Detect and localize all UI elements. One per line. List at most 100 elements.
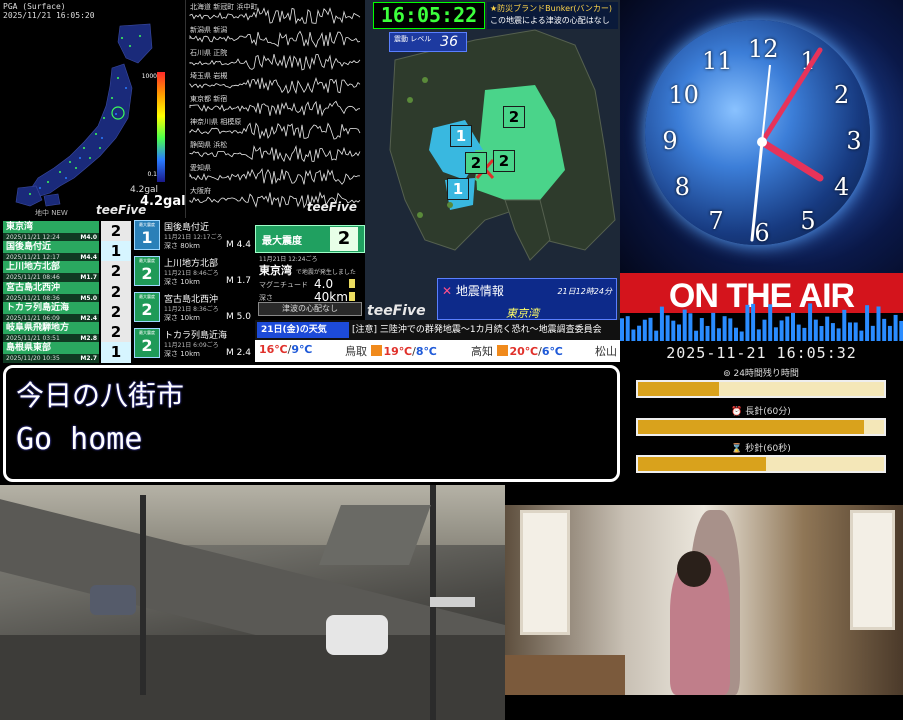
audio-bar	[819, 326, 824, 341]
progress-minute	[636, 418, 886, 436]
detail-depth: 深さ 10km	[164, 314, 201, 322]
eq-name: 上川地方北部	[3, 261, 99, 274]
audio-bar	[876, 306, 881, 341]
eq-date-text: 2025/11/21 06:09	[6, 314, 60, 322]
audio-bar	[728, 318, 733, 341]
weather-city: 鳥取	[345, 345, 367, 358]
earthquake-detail-row: 最大震度 2 上川地方北部 11月21日 8:46ごろ 深さ 10km M 1.7	[132, 254, 255, 290]
eq-intensity: 2	[101, 301, 131, 323]
eq-name: 宮古島北西沖	[3, 281, 99, 294]
earthquake-list-row: 東京湾 2025/11/21 12:24 M4.0 2	[3, 221, 131, 243]
japan-map	[15, 23, 153, 207]
progress-label-text: 24時間残り時間	[733, 369, 799, 379]
sun-icon	[496, 345, 508, 356]
audio-bar	[836, 328, 841, 341]
eq-intensity: 2	[101, 261, 131, 283]
station-label: 北海道 新冠町 浜中町	[190, 3, 258, 11]
shaking-level-box: 震動 レベル 36	[389, 32, 467, 52]
audio-bar	[825, 316, 830, 341]
audio-bar	[882, 318, 887, 341]
audio-bar	[739, 331, 744, 341]
weather-low: 6℃	[541, 345, 563, 358]
weather-high: 16℃	[259, 343, 288, 356]
audio-bar	[751, 303, 756, 341]
table	[505, 655, 625, 695]
kanto-brand-logo: teeFive	[367, 303, 426, 319]
earthquake-detail-row: 最大震度 2 トカラ列島近海 11月21日 6:09ごろ 深さ 10km M 2.4	[132, 326, 255, 362]
audio-bar	[756, 329, 761, 341]
progress-day	[636, 380, 886, 398]
intensity-badge: 最大震度 2	[134, 328, 160, 358]
audio-bar	[791, 312, 795, 341]
weather-item: 高知 20℃/6℃	[471, 345, 563, 358]
earthquake-list-row: 岐阜県飛騨地方 2025/11/21 03:51 M2.8 2	[3, 322, 131, 344]
pga-scale-bottom: 0.1	[147, 171, 157, 178]
progress-label-text: 秒針(60秒)	[745, 444, 791, 454]
audio-bar	[745, 304, 750, 341]
intensity-badge-label: 最大震度	[139, 222, 155, 227]
news-ticker: 21日(金)の天気 [注意] 三陸沖での群発地震〜1カ月続く恐れ〜地震調査委員会	[255, 320, 620, 340]
weather-city: 高知	[471, 345, 493, 358]
pga-value: 4.2gal	[140, 194, 186, 209]
eq-date-text: 2025/11/21 12:24	[6, 234, 60, 241]
on-the-air-panel: ON THE AIR	[620, 273, 903, 341]
audio-bar	[848, 322, 852, 341]
intensity-badge: 最大震度 2	[134, 256, 160, 286]
seismic-trace	[189, 168, 361, 185]
audio-bar	[648, 317, 653, 341]
detail-date: 11月21日 12:17ごろ	[164, 234, 223, 241]
street-camera-feed	[0, 485, 505, 720]
earthquake-list-row: 国後島付近 2025/11/21 12:17 M4.4 1	[3, 241, 131, 263]
dark-car	[90, 585, 136, 615]
audio-bar	[716, 328, 721, 341]
audio-bar	[637, 325, 642, 341]
detail-mag: M 1.7	[226, 276, 251, 286]
pga-title: PGA (Surface)	[3, 2, 66, 11]
progress-label-text: 長針(60分)	[745, 407, 791, 417]
window	[850, 510, 895, 630]
eq-date-text: 2025/11/21 12:17	[6, 254, 60, 262]
progress-label-second: ⌛ 秒針(60秒)	[731, 444, 791, 454]
progress-fill	[638, 457, 766, 471]
eq-mag: M2.7	[80, 355, 97, 363]
earthquake-list-row: 宮古島北西沖 2025/11/21 08:36 M5.0 2	[3, 281, 131, 304]
eq-date-text: 2025/11/21 03:51	[6, 335, 60, 342]
audio-bar	[671, 320, 676, 341]
intensity-badge-label: 最大震度	[139, 294, 155, 299]
station-label: 新潟県 新潟	[190, 26, 228, 34]
white-car	[326, 615, 388, 655]
clock-hands	[750, 47, 824, 242]
audio-bar	[734, 327, 738, 341]
quake-info-box: ✕ 地震情報 21日12時24分 東京湾	[437, 278, 617, 320]
audio-bar	[654, 330, 659, 341]
intensity-marker: 2	[503, 106, 525, 128]
progress-label-minute: ⏰ 長針(60分)	[731, 407, 791, 417]
detail-date: 11月21日 8:46ごろ	[164, 270, 219, 277]
progress-second	[636, 455, 886, 473]
intensity-badge-value: 2	[141, 264, 153, 283]
intensity-badge-value: 2	[141, 336, 153, 355]
quake-x-icon: ✕	[442, 284, 453, 298]
audio-bar	[830, 323, 835, 341]
eq-intensity: 2	[101, 322, 131, 343]
pga-color-scale	[157, 72, 165, 182]
message-line-2: Go home	[16, 422, 143, 457]
detail-depth: 深さ 80km	[164, 242, 201, 250]
audio-bar	[711, 312, 716, 341]
intensity-marker: 1	[450, 125, 472, 147]
window	[520, 510, 570, 635]
child-head	[677, 551, 711, 587]
earthquake-list-row: トカラ列島近海 2025/11/21 06:09 M2.4 2	[3, 301, 131, 324]
station-label: 静岡県 浜松	[190, 141, 228, 149]
audio-level-bars	[620, 303, 903, 341]
detail-depth: 深さ 10km	[164, 278, 201, 286]
datetime-display: 2025-11-21 16:05:32	[620, 341, 903, 365]
eq-date-text: 2025/11/21 08:46	[6, 274, 60, 282]
audio-bar	[779, 320, 784, 341]
audio-bar	[842, 309, 847, 341]
eq-name: トカラ列島近海	[3, 301, 99, 314]
audio-bar	[768, 304, 773, 341]
intensity-badge: 最大震度 2	[134, 292, 160, 322]
audio-bar	[853, 322, 858, 341]
station-label: 石川県 正院	[190, 49, 228, 57]
